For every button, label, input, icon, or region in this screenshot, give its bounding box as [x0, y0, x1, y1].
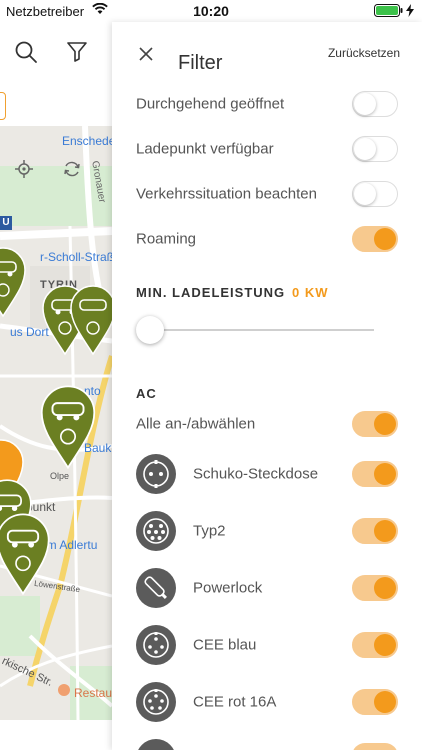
connector-row-schuko[interactable]: Schuko-Steckdose — [136, 454, 398, 494]
clock: 10:20 — [193, 3, 229, 19]
connector-label: CEE rot 16A — [193, 693, 277, 711]
option-row-open-24h[interactable]: Durchgehend geöffnet — [136, 84, 398, 124]
charging-bolt-icon — [406, 4, 414, 17]
close-icon[interactable] — [136, 44, 156, 64]
slider-track — [136, 329, 374, 331]
toggle-schuko[interactable] — [352, 461, 398, 487]
toggle-cee-red[interactable] — [352, 689, 398, 715]
toggle-knob — [374, 228, 396, 250]
option-label: Verkehrssituation beachten — [136, 185, 317, 203]
toggle-knob — [354, 93, 376, 115]
connector-row-powerlock[interactable]: Powerlock — [136, 568, 398, 608]
battery-icon — [374, 4, 414, 17]
toggle-typ2[interactable] — [352, 518, 398, 544]
toggle-select-all[interactable] — [352, 411, 398, 437]
connector-row-cee-red[interactable]: CEE rot 16A — [136, 682, 398, 722]
toggle-cee-blue[interactable] — [352, 632, 398, 658]
schuko-plug-icon — [136, 454, 176, 494]
connector-label: Powerlock — [193, 579, 263, 597]
map-bottom-bar — [0, 720, 112, 750]
slider-thumb[interactable] — [136, 316, 164, 344]
map-toolbar — [0, 22, 112, 90]
cee-blue-plug-icon — [136, 625, 176, 665]
connector-label: Typ2 — [193, 522, 226, 540]
filter-panel: Filter Zurücksetzen Durchgehend geöffnet… — [112, 22, 422, 750]
toggle-open-24h[interactable] — [352, 91, 398, 117]
toggle-roaming[interactable] — [352, 226, 398, 252]
select-all-label: Alle an-/abwählen — [136, 415, 256, 433]
min-power-value: 0 KW — [292, 285, 329, 300]
toggle-knob — [374, 634, 396, 656]
connector-label: Schuko-Steckdose — [193, 465, 319, 483]
search-icon[interactable] — [14, 40, 38, 69]
map-view[interactable]: Enschede Gronauer r-Scholl-Straße TYRIN … — [0, 126, 112, 720]
connector-row-cee-blue[interactable]: CEE blau — [136, 625, 398, 665]
reset-button[interactable]: Zurücksetzen — [328, 46, 400, 60]
connector-row-partial[interactable] — [136, 739, 398, 750]
cee-red-plug-icon — [136, 682, 176, 722]
page-title: Filter — [178, 52, 223, 74]
map-label-restaurant: Restau — [74, 686, 112, 700]
plug-icon — [136, 739, 176, 750]
option-label: Roaming — [136, 230, 197, 248]
status-bar: Netzbetreiber 10:20 — [0, 0, 422, 22]
toggle-available[interactable] — [352, 136, 398, 162]
option-row-available[interactable]: Ladepunkt verfügbar — [136, 129, 398, 169]
toggle-knob — [374, 413, 396, 435]
toggle-powerlock[interactable] — [352, 575, 398, 601]
charging-station-pin[interactable] — [0, 246, 26, 323]
option-label: Ladepunkt verfügbar — [136, 140, 274, 158]
toggle-knob — [374, 520, 396, 542]
toggle-knob — [374, 577, 396, 599]
subway-sign: U — [0, 216, 12, 230]
map-panel[interactable]: Enschede Gronauer r-Scholl-Straße TYRIN … — [0, 22, 112, 750]
min-power-slider[interactable] — [136, 316, 374, 344]
toggle-knob — [354, 138, 376, 160]
connector-label: CEE blau — [193, 636, 257, 654]
toggle-knob — [374, 691, 396, 713]
charging-station-pin[interactable] — [70, 284, 112, 361]
ac-heading: AC — [136, 386, 157, 401]
toggle-traffic[interactable] — [352, 181, 398, 207]
toggle-knob — [374, 463, 396, 485]
type2-plug-icon — [136, 511, 176, 551]
active-filter-chip[interactable] — [0, 92, 6, 120]
toggle-partial[interactable] — [352, 743, 398, 750]
connector-row-typ2[interactable]: Typ2 — [136, 511, 398, 551]
option-row-traffic[interactable]: Verkehrssituation beachten — [136, 174, 398, 214]
charging-station-pin[interactable] — [40, 384, 96, 475]
restaurant-icon — [58, 684, 70, 696]
option-label: Durchgehend geöffnet — [136, 95, 285, 113]
toggle-knob — [354, 183, 376, 205]
refresh-icon[interactable] — [62, 159, 82, 184]
select-all-row[interactable]: Alle an-/abwählen — [136, 404, 398, 444]
map-label-scholl: r-Scholl-Straße — [40, 250, 112, 264]
locate-me-icon[interactable] — [14, 159, 34, 184]
min-power-heading: MIN. LADELEISTUNG — [136, 285, 286, 300]
powerlock-plug-icon — [136, 568, 176, 608]
option-row-roaming[interactable]: Roaming — [136, 219, 398, 259]
filter-icon[interactable] — [66, 40, 88, 67]
map-label-enschede: Enschede — [62, 134, 112, 148]
charging-station-pin[interactable] — [0, 512, 50, 601]
filter-header: Filter Zurücksetzen — [112, 22, 422, 84]
